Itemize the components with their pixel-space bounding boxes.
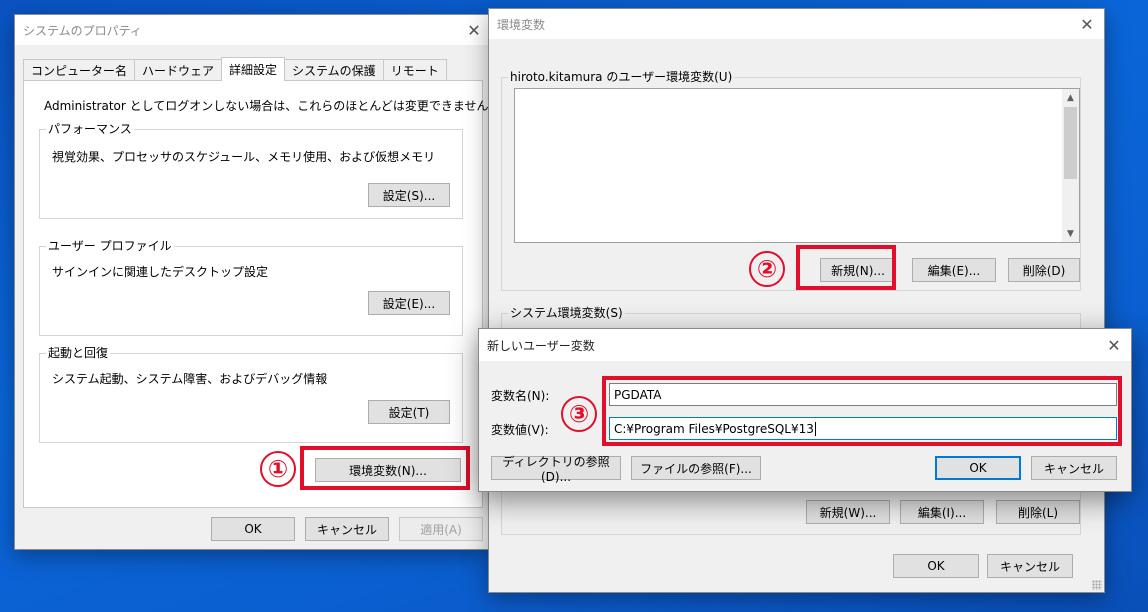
startup-recovery-desc: システム起動、システム障害、およびデバッグ情報 bbox=[52, 372, 328, 386]
new-user-variable-cancel-button[interactable]: キャンセル bbox=[1031, 456, 1117, 480]
new-system-variable-button[interactable]: 新規(W)... bbox=[806, 500, 890, 524]
environment-variables-ok-button[interactable]: OK bbox=[893, 554, 979, 578]
variable-value-input[interactable]: C:¥Program Files¥PostgreSQL¥13 bbox=[609, 417, 1117, 440]
tab-remote[interactable]: リモート bbox=[382, 59, 447, 81]
system-properties-apply-button[interactable]: 適用(A) bbox=[399, 517, 483, 541]
close-icon[interactable]: ✕ bbox=[463, 19, 485, 41]
new-user-variable-button[interactable]: 新規(N)... bbox=[820, 258, 896, 282]
delete-system-variable-button[interactable]: 削除(L) bbox=[996, 500, 1080, 524]
browse-file-button[interactable]: ファイルの参照(F)... bbox=[631, 456, 761, 480]
variable-value-label: 変数値(V): bbox=[491, 423, 549, 437]
user-variables-scrollbar[interactable]: ▲ ▼ bbox=[1062, 89, 1079, 242]
user-variables-legend: hiroto.kitamura のユーザー環境変数(U) bbox=[508, 70, 735, 84]
environment-variables-cancel-button[interactable]: キャンセル bbox=[987, 554, 1073, 578]
tab-hardware[interactable]: ハードウェア bbox=[134, 59, 223, 81]
resize-grip-icon[interactable] bbox=[1092, 580, 1102, 590]
close-icon[interactable]: ✕ bbox=[1076, 13, 1098, 35]
variable-name-value: PGDATA bbox=[614, 387, 662, 402]
startup-recovery-group: 起動と回復 システム起動、システム障害、およびデバッグ情報 設定(T) bbox=[39, 346, 463, 443]
user-profile-settings-button[interactable]: 設定(E)... bbox=[368, 291, 450, 315]
step-marker-3: ③ bbox=[561, 396, 597, 432]
variable-value-value: C:¥Program Files¥PostgreSQL¥13 bbox=[614, 421, 814, 436]
browse-directory-button[interactable]: ディレクトリの参照(D)... bbox=[491, 455, 621, 484]
delete-user-variable-button[interactable]: 削除(D) bbox=[1008, 258, 1080, 282]
scroll-down-icon[interactable]: ▼ bbox=[1062, 225, 1079, 242]
variable-name-input[interactable]: PGDATA bbox=[609, 383, 1117, 406]
performance-settings-button[interactable]: 設定(S)... bbox=[368, 183, 450, 207]
user-variables-list[interactable]: ▲ ▼ bbox=[514, 88, 1080, 243]
tab-advanced[interactable]: 詳細設定 bbox=[221, 57, 286, 81]
system-properties-title: システムのプロパティ bbox=[23, 23, 142, 38]
system-properties-cancel-button[interactable]: キャンセル bbox=[305, 517, 389, 541]
environment-variables-button[interactable]: 環境変数(N)... bbox=[315, 458, 461, 482]
scroll-up-icon[interactable]: ▲ bbox=[1062, 89, 1079, 106]
edit-system-variable-button[interactable]: 編集(I)... bbox=[900, 500, 984, 524]
performance-legend: パフォーマンス bbox=[46, 122, 134, 136]
tab-system-protection[interactable]: システムの保護 bbox=[284, 59, 384, 81]
system-properties-titlebar: システムのプロパティ ✕ bbox=[15, 15, 491, 45]
environment-variables-window: 環境変数 ✕ hiroto.kitamura のユーザー環境変数(U) ▲ ▼ … bbox=[488, 8, 1105, 593]
startup-recovery-settings-button[interactable]: 設定(T) bbox=[368, 400, 450, 424]
environment-variables-titlebar: 環境変数 ✕ bbox=[489, 9, 1104, 39]
text-caret bbox=[814, 421, 816, 436]
performance-group: パフォーマンス 視覚効果、プロセッサのスケジュール、メモリ使用、および仮想メモリ… bbox=[39, 122, 463, 219]
tab-computer-name[interactable]: コンピューター名 bbox=[23, 59, 136, 81]
user-profile-legend: ユーザー プロファイル bbox=[46, 239, 174, 253]
system-variables-legend: システム環境変数(S) bbox=[508, 306, 625, 320]
user-variables-group: hiroto.kitamura のユーザー環境変数(U) ▲ ▼ 新規(N)..… bbox=[501, 70, 1081, 291]
user-profile-group: ユーザー プロファイル サインインに関連したデスクトップ設定 設定(E)... bbox=[39, 239, 463, 336]
new-user-variable-title: 新しいユーザー変数 bbox=[487, 338, 595, 353]
scroll-thumb[interactable] bbox=[1064, 107, 1077, 179]
system-properties-tabs: コンピューター名 ハードウェア 詳細設定 システムの保護 リモート bbox=[23, 57, 447, 81]
close-icon[interactable]: ✕ bbox=[1103, 334, 1125, 356]
startup-recovery-legend: 起動と回復 bbox=[46, 346, 111, 360]
new-user-variable-titlebar: 新しいユーザー変数 ✕ bbox=[479, 329, 1131, 361]
step-marker-2: ② bbox=[749, 251, 785, 287]
advanced-tab-panel: Administrator としてログオンしない場合は、これらのほとんどは変更で… bbox=[23, 80, 501, 508]
new-user-variable-ok-button[interactable]: OK bbox=[935, 456, 1021, 480]
edit-user-variable-button[interactable]: 編集(E)... bbox=[912, 258, 996, 282]
user-profile-desc: サインインに関連したデスクトップ設定 bbox=[52, 265, 269, 279]
performance-desc: 視覚効果、プロセッサのスケジュール、メモリ使用、および仮想メモリ bbox=[52, 150, 436, 164]
admin-note: Administrator としてログオンしない場合は、これらのほとんどは変更で… bbox=[44, 99, 501, 113]
system-properties-window: システムのプロパティ ✕ コンピューター名 ハードウェア 詳細設定 システムの保… bbox=[14, 14, 501, 550]
step-marker-1: ① bbox=[260, 451, 296, 487]
system-properties-ok-button[interactable]: OK bbox=[211, 517, 295, 541]
variable-name-label: 変数名(N): bbox=[491, 389, 550, 403]
environment-variables-title: 環境変数 bbox=[497, 17, 546, 32]
